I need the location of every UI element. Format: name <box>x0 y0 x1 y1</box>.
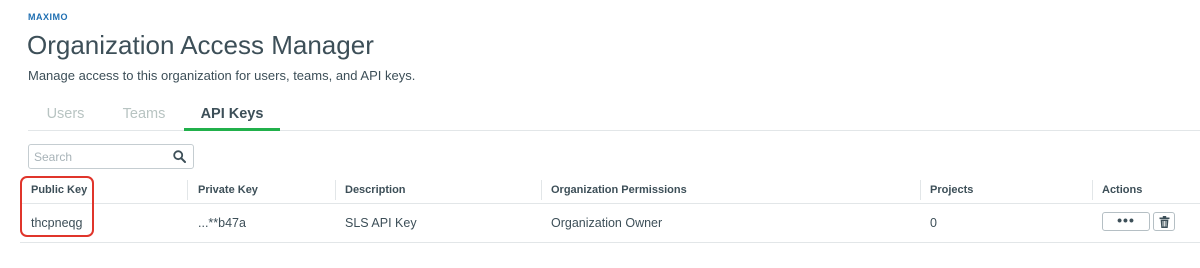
col-header-description[interactable]: Description <box>345 177 406 203</box>
col-header-actions: Actions <box>1102 184 1143 196</box>
column-divider <box>920 180 921 200</box>
search-icon[interactable] <box>173 150 186 163</box>
col-header-private-key[interactable]: Private Key <box>198 177 258 203</box>
column-divider <box>1092 180 1093 200</box>
column-divider <box>187 180 188 200</box>
tab-bar: Users Teams API Keys <box>28 99 1200 131</box>
column-divider <box>541 180 542 200</box>
col-header-projects[interactable]: Projects <box>930 177 973 203</box>
column-divider <box>335 180 336 200</box>
description-cell: SLS API Key <box>345 216 417 230</box>
table-header: Public Key Private Key Description Organ… <box>20 177 1200 204</box>
tab-teams[interactable]: Teams <box>104 99 184 129</box>
private-key-cell: ...**b47a <box>198 216 246 230</box>
page-title: Organization Access Manager <box>27 30 374 60</box>
delete-button[interactable] <box>1153 212 1175 231</box>
more-actions-button[interactable]: ••• <box>1102 212 1150 231</box>
permissions-cell: Organization Owner <box>551 216 663 230</box>
brand-label: MAXIMO <box>28 12 68 22</box>
search-box <box>28 144 194 169</box>
col-header-permissions[interactable]: Organization Permissions <box>551 177 687 203</box>
page-subtitle: Manage access to this organization for u… <box>28 68 416 83</box>
tab-api-keys[interactable]: API Keys <box>184 99 280 131</box>
search-input[interactable] <box>29 145 172 168</box>
table-row: thcpneqg ...**b47a SLS API Key Organizat… <box>20 204 1200 243</box>
tab-users[interactable]: Users <box>28 99 103 129</box>
trash-icon <box>1159 216 1170 228</box>
projects-cell: 0 <box>930 216 937 230</box>
public-key-highlight <box>20 176 94 237</box>
